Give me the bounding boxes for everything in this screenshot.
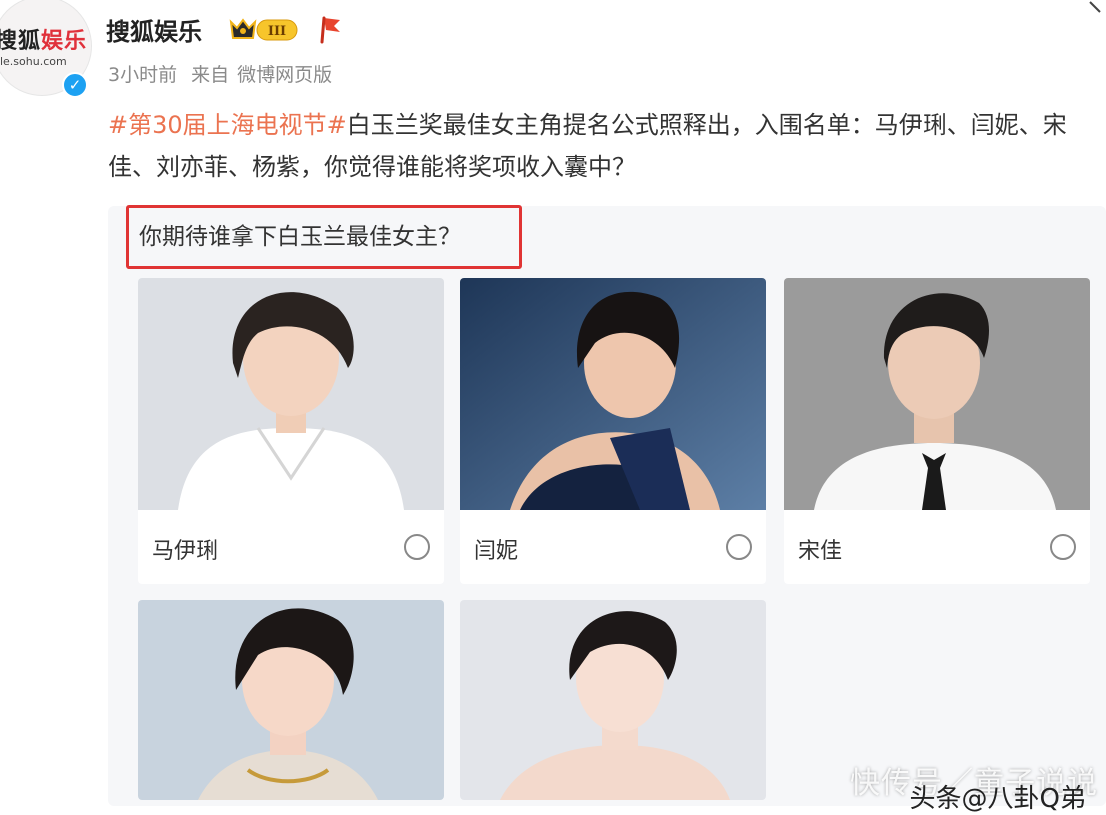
poll-option-2[interactable]: 闫妮 (460, 278, 766, 584)
poll-option-4[interactable] (138, 600, 444, 800)
poll-question: 你期待谁拿下白玉兰最佳女主？ (126, 205, 522, 269)
candidate-photo (138, 278, 444, 510)
poll-option-1[interactable]: 马伊琍 (138, 278, 444, 584)
option-label: 闫妮 (474, 539, 519, 564)
option-label: 马伊琍 (152, 539, 219, 564)
chevron-down-icon[interactable] (1088, 0, 1102, 14)
option-radio[interactable] (726, 534, 752, 560)
level-badge-text: III (268, 24, 286, 39)
candidate-photo (138, 600, 444, 800)
topic-link[interactable]: #第30届上海电视节# (108, 111, 347, 139)
option-radio[interactable] (1050, 534, 1076, 560)
candidate-photo (460, 600, 766, 800)
post-source[interactable]: 微博网页版 (237, 64, 332, 86)
vip-crown-badge-icon[interactable]: III (229, 16, 301, 42)
avatar-logo-text: 搜狐娱乐 (0, 29, 88, 54)
candidate-photo (460, 278, 766, 510)
option-label: 宋佳 (798, 539, 843, 564)
account-name[interactable]: 搜狐娱乐 (106, 12, 202, 47)
poll-option-3[interactable]: 宋佳 (784, 278, 1090, 584)
post-meta: 3小时前 来自 微博网页版 (108, 60, 340, 87)
post-text: #第30届上海电视节#白玉兰奖最佳女主角提名公式照释出，入围名单：马伊琍、闫妮、… (108, 104, 1098, 188)
post-time[interactable]: 3小时前 (108, 64, 177, 86)
avatar-logo-url: ule.sohu.com (0, 55, 67, 68)
verified-badge-icon: ✓ (62, 72, 88, 98)
option-radio[interactable] (404, 534, 430, 560)
candidate-photo (784, 278, 1090, 510)
source-prefix: 来自 (191, 64, 230, 86)
poll-option-5[interactable] (460, 600, 766, 800)
red-flag-icon (320, 16, 340, 44)
